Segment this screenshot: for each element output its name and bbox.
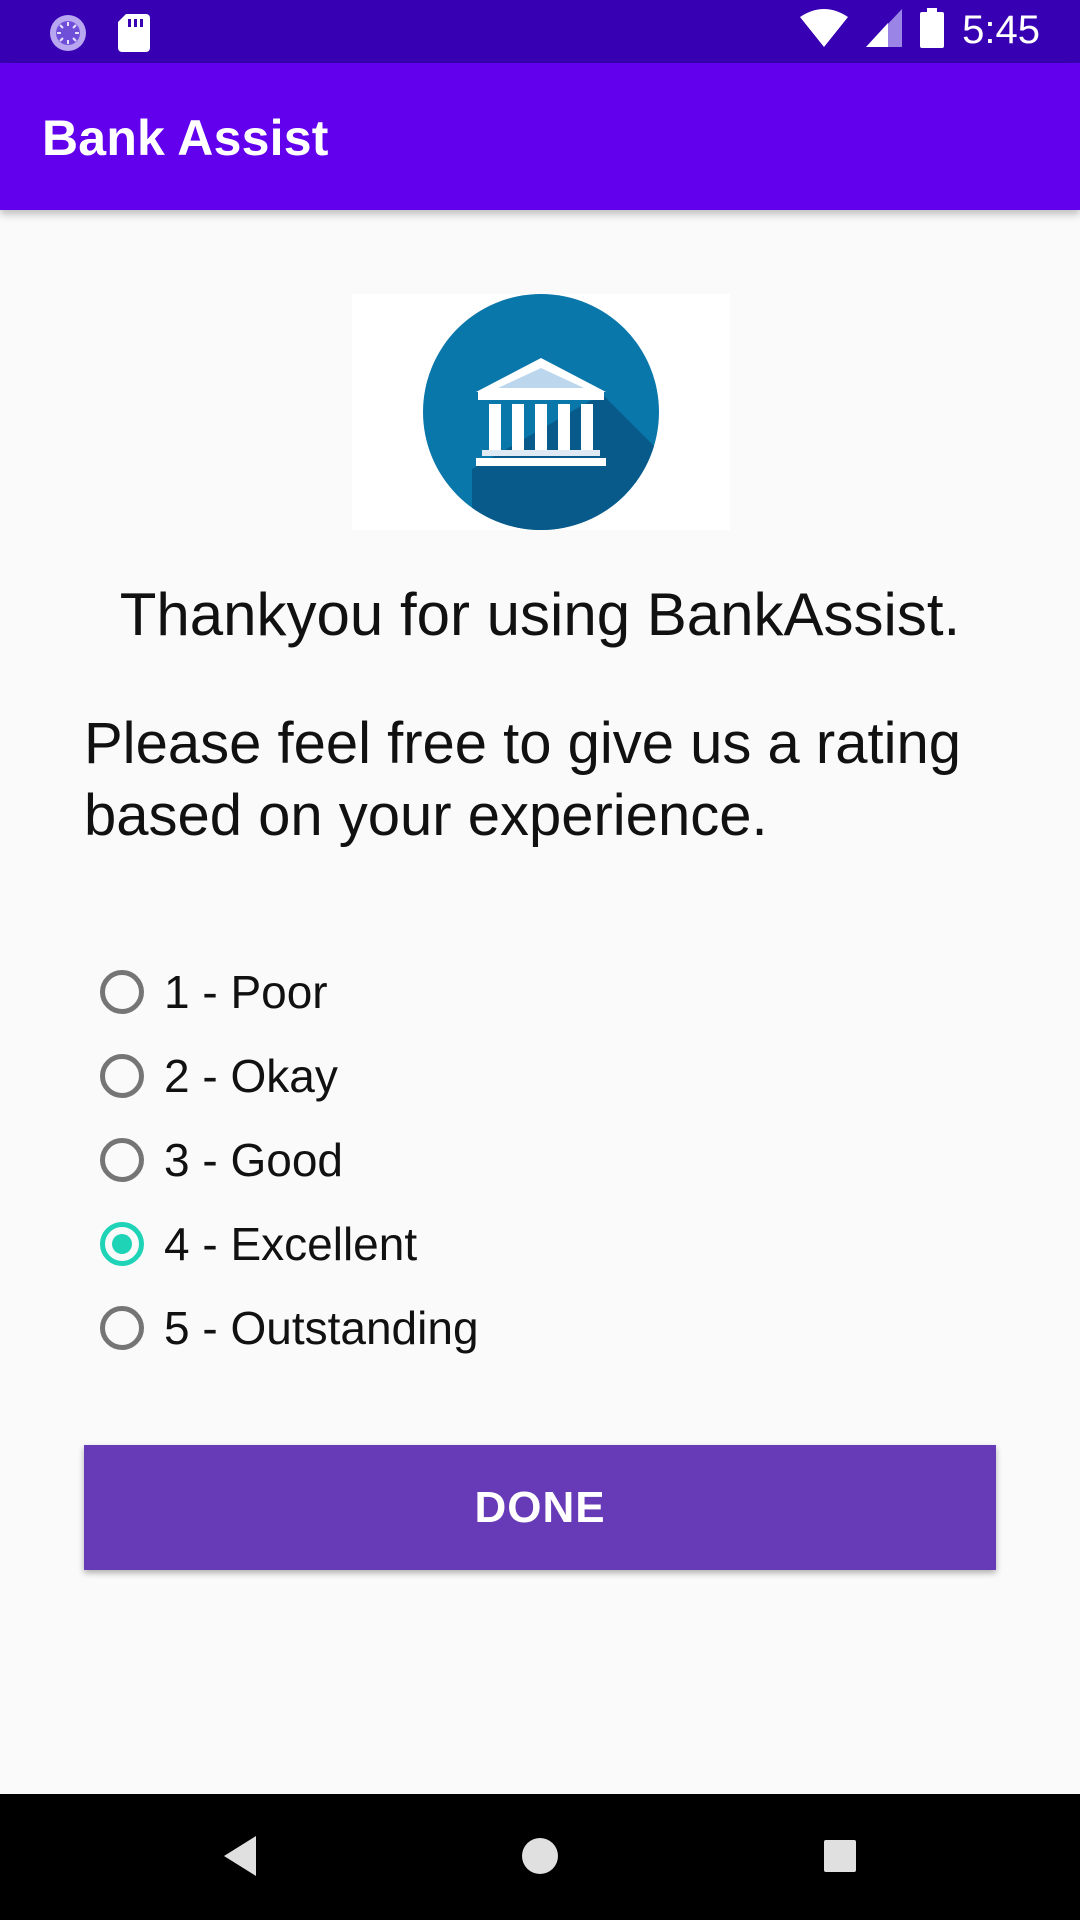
rating-option-3[interactable]: 3 - Good [96, 1118, 796, 1202]
wifi-icon [800, 9, 849, 52]
app-bar: Bank Assist [0, 63, 1080, 210]
back-icon[interactable] [222, 1834, 258, 1883]
home-icon[interactable] [520, 1834, 560, 1883]
status-bar: 5:45 [0, 0, 1080, 63]
radio-button[interactable] [100, 1306, 144, 1350]
app-title: Bank Assist [42, 110, 329, 166]
recents-icon[interactable] [822, 1834, 858, 1883]
thank-you-text: Thankyou for using BankAssist. [119, 581, 961, 648]
battery-icon [920, 8, 945, 53]
rating-option-5[interactable]: 5 - Outstanding [96, 1286, 796, 1370]
sd-card-icon [118, 14, 150, 57]
rating-option-label: 1 - Poor [164, 966, 328, 1018]
rating-option-label: 4 - Excellent [164, 1218, 418, 1270]
rating-prompt-text: Please feel free to give us a rating bas… [84, 711, 961, 848]
radio-button[interactable] [100, 1054, 144, 1098]
navigation-bar [0, 1794, 1080, 1920]
status-clock: 5:45 [962, 8, 1040, 52]
rating-option-1[interactable]: 1 - Poor [96, 950, 796, 1034]
done-button[interactable]: DONE [84, 1445, 996, 1570]
sync-icon [48, 13, 88, 58]
signal-icon [866, 9, 903, 52]
bank-icon [423, 294, 659, 530]
bank-logo [352, 294, 730, 530]
rating-option-2[interactable]: 2 - Okay [96, 1034, 796, 1118]
rating-option-label: 5 - Outstanding [164, 1302, 479, 1354]
screen: 5:45 Bank Assist Thankyou for using Bank… [0, 0, 1080, 1920]
radio-button[interactable] [100, 1138, 144, 1182]
rating-option-label: 3 - Good [164, 1134, 343, 1186]
rating-option-4[interactable]: 4 - Excellent [96, 1202, 796, 1286]
radio-button-checked[interactable] [100, 1222, 144, 1266]
rating-option-label: 2 - Okay [164, 1050, 338, 1102]
rating-radio-group: 1 - Poor 2 - Okay 3 - Good 4 - Excellent… [96, 950, 796, 1370]
radio-button[interactable] [100, 970, 144, 1014]
